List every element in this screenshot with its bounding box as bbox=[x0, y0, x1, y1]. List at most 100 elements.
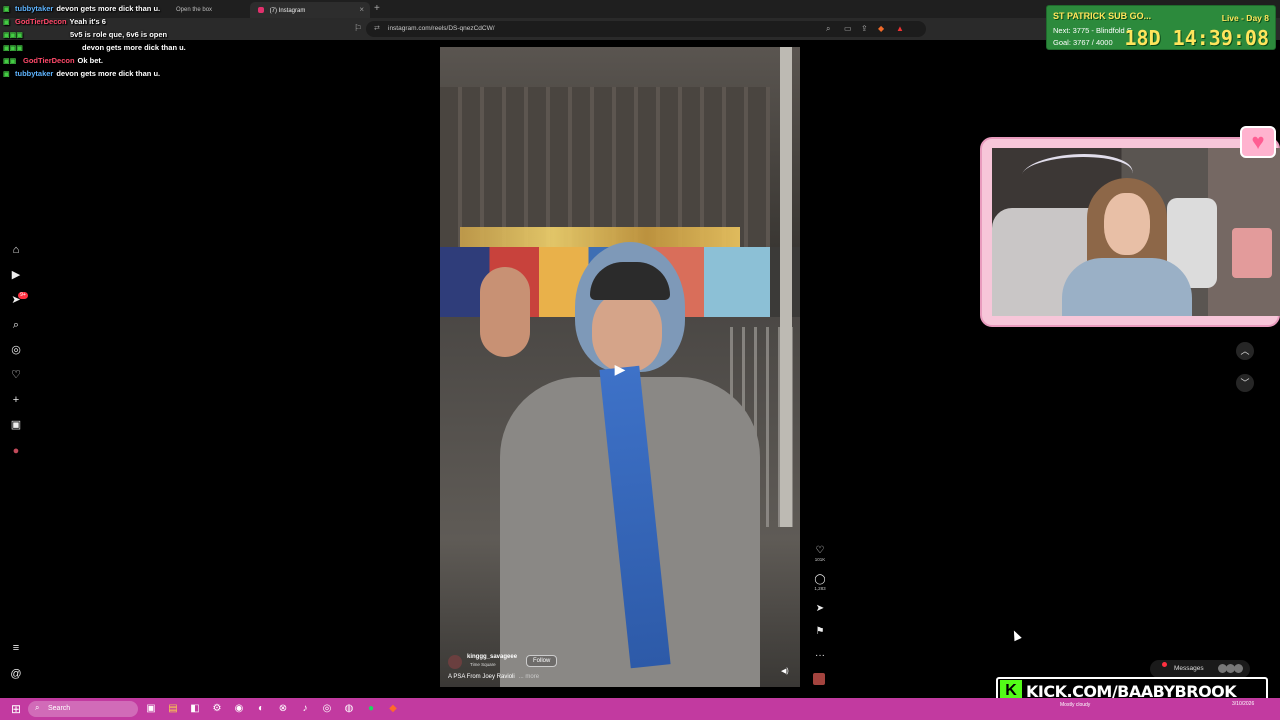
goal-next: Next: 3775 - Blindfold S bbox=[1053, 26, 1132, 35]
share-action[interactable]: ➤ bbox=[812, 603, 828, 615]
cast-icon[interactable]: ▭ bbox=[844, 24, 852, 33]
save-action[interactable]: ⚑ bbox=[812, 626, 828, 638]
notification-dot bbox=[1162, 662, 1167, 667]
bookmark-save-icon[interactable]: ⚑ bbox=[812, 626, 828, 638]
heart-icon: ♥ bbox=[1240, 126, 1276, 158]
goal-title: ST PATRICK SUB GO... bbox=[1053, 11, 1152, 21]
chat-message: ▣▣▣ devon gets more dick than u. bbox=[3, 42, 203, 55]
chat-text: devon gets more dick than u. bbox=[82, 43, 186, 52]
like-count: 101K bbox=[814, 557, 826, 562]
more-options[interactable]: ··· bbox=[812, 650, 828, 662]
like-action[interactable]: ♡ 101K bbox=[812, 545, 828, 562]
chat-text: devon gets more dick than u. bbox=[56, 69, 161, 78]
webcam-streamer-face bbox=[1104, 193, 1150, 255]
chevron-up-icon: ︿ bbox=[1240, 346, 1250, 356]
chat-username: GodTierDecon bbox=[23, 56, 75, 65]
weather-text[interactable]: Mostly cloudy bbox=[1060, 702, 1090, 708]
audio-thumbnail[interactable] bbox=[813, 673, 825, 685]
xbox-icon[interactable]: ⊗ bbox=[276, 702, 290, 716]
new-tab-button[interactable]: + bbox=[374, 3, 380, 14]
chat-text: Yeah it's 6 bbox=[69, 17, 106, 26]
search-placeholder: Search bbox=[48, 705, 71, 712]
video-person-hand bbox=[480, 267, 530, 357]
taskbar-search[interactable]: ⌕ Search bbox=[28, 701, 138, 717]
webcam-streamer-shirt bbox=[1062, 258, 1192, 316]
folder-icon[interactable]: ◧ bbox=[188, 702, 202, 716]
explore-icon[interactable]: ◎ bbox=[9, 343, 23, 357]
chat-text: 5v5 is role que, 6v6 is open bbox=[70, 30, 168, 39]
comment-icon[interactable]: ◯ bbox=[812, 574, 828, 586]
bookmark-icon[interactable]: ⚐ bbox=[354, 23, 362, 34]
chat-badge-icon: ▣ bbox=[3, 19, 10, 26]
share-icon[interactable]: ⇪ bbox=[861, 24, 868, 33]
chat-username: GodTierDecon bbox=[15, 17, 67, 26]
chat-text: devon gets more dick than u. bbox=[56, 4, 161, 13]
goal-day: Live - Day 8 bbox=[1221, 13, 1269, 23]
reel-username[interactable]: kinggg_savageee bbox=[467, 654, 517, 660]
tiktok-icon[interactable]: ♪ bbox=[298, 702, 312, 716]
chevron-down-icon: ﹀ bbox=[1240, 378, 1250, 388]
goal-timer: 18D 14:39:08 bbox=[1124, 26, 1270, 50]
mute-icon[interactable]: ◀) bbox=[781, 667, 789, 675]
close-tab-icon[interactable]: × bbox=[359, 5, 364, 14]
chat-message: ▣ tubbytaker devon gets more dick than u. bbox=[3, 3, 203, 16]
chat-text: Ok bet. bbox=[77, 56, 103, 65]
messages-pill[interactable]: Messages bbox=[1150, 660, 1250, 678]
obs-icon[interactable]: ◎ bbox=[320, 702, 334, 716]
next-reel-button[interactable]: ﹀ bbox=[1236, 374, 1254, 392]
steam-icon[interactable]: ◐ bbox=[254, 702, 268, 716]
create-icon[interactable]: + bbox=[9, 393, 23, 407]
system-date[interactable]: 3/10/2026 bbox=[1232, 701, 1254, 708]
search-icon[interactable]: ⌕ bbox=[9, 318, 23, 332]
chat-message: ▣▣ GodTierDecon Ok bet. bbox=[3, 55, 203, 68]
reels-icon[interactable]: ▶ bbox=[9, 268, 23, 282]
previous-reel-button[interactable]: ︿ bbox=[1236, 342, 1254, 360]
heart-icon[interactable]: ♡ bbox=[812, 545, 828, 557]
address-bar[interactable]: ⇄ instagram.com/reels/DS-qnezCdCW/ bbox=[366, 21, 926, 37]
webcam-pink-furniture bbox=[1232, 228, 1272, 278]
more-link[interactable]: ... more bbox=[519, 674, 539, 680]
windows-start-icon[interactable]: ⊞ bbox=[8, 701, 24, 717]
reel-location[interactable]: Time Square bbox=[470, 662, 496, 667]
play-icon[interactable]: ▶ bbox=[610, 359, 630, 379]
spotify-icon[interactable]: ● bbox=[364, 702, 378, 716]
brave-browser-icon[interactable]: ◆ bbox=[386, 702, 400, 716]
stream-chat-overlay: ▣ tubbytaker devon gets more dick than u. … bbox=[3, 3, 203, 81]
send-icon[interactable]: ➤ bbox=[812, 603, 828, 615]
comment-count: 1,283 bbox=[814, 586, 826, 591]
notifications-icon[interactable]: ♡ bbox=[9, 368, 23, 382]
more-options-icon[interactable]: ··· bbox=[812, 650, 828, 662]
task-view-icon[interactable]: ▣ bbox=[144, 702, 158, 716]
search-icon: ⌕ bbox=[35, 703, 40, 712]
messages-label: Messages bbox=[1174, 665, 1204, 672]
site-info-icon[interactable]: ⇄ bbox=[374, 24, 380, 32]
zoom-icon[interactable]: ⌕ bbox=[826, 24, 830, 34]
app-icon[interactable]: ◉ bbox=[232, 702, 246, 716]
reel-video[interactable]: ▶ kinggg_savageee Time Square Follow A P… bbox=[440, 47, 800, 687]
home-icon[interactable]: ⌂ bbox=[9, 243, 23, 257]
file-explorer-icon[interactable]: ▤ bbox=[166, 702, 180, 716]
discord-icon[interactable]: ◍ bbox=[342, 702, 356, 716]
chat-badge-icon: ▣▣▣ bbox=[3, 45, 23, 52]
chat-username: tubbytaker bbox=[15, 4, 54, 13]
threads-icon[interactable]: @ bbox=[9, 667, 23, 681]
tab-label: (7) Instagram bbox=[269, 8, 306, 14]
comment-action[interactable]: ◯ 1,283 bbox=[812, 574, 828, 591]
profile-icon[interactable]: ● bbox=[9, 444, 23, 458]
url-text: instagram.com/reels/DS-qnezCdCW/ bbox=[388, 25, 495, 32]
dashboard-icon[interactable]: ▣ bbox=[9, 418, 23, 432]
follow-button[interactable]: Follow bbox=[526, 655, 558, 667]
chat-username: tubbytaker bbox=[15, 69, 54, 78]
stream-goal-overlay: ST PATRICK SUB GO... Live - Day 8 Next: … bbox=[1046, 5, 1276, 50]
chat-badge-icon: ▣▣ bbox=[3, 58, 17, 65]
settings-icon[interactable]: ⚙ bbox=[210, 702, 224, 716]
reel-avatar[interactable] bbox=[448, 655, 462, 669]
tab-instagram[interactable]: (7) Instagram × bbox=[250, 2, 370, 18]
video-pole bbox=[780, 47, 792, 527]
menu-icon[interactable]: ≡ bbox=[9, 641, 23, 655]
video-building bbox=[440, 87, 770, 247]
goal-progress: Goal: 3767 / 4000 bbox=[1053, 38, 1113, 47]
chat-message: ▣ GodTierDecon Yeah it's 6 bbox=[3, 16, 203, 29]
brave-shield-icon[interactable]: ◆ bbox=[878, 24, 884, 33]
rewards-icon[interactable]: ▲ bbox=[896, 24, 904, 33]
